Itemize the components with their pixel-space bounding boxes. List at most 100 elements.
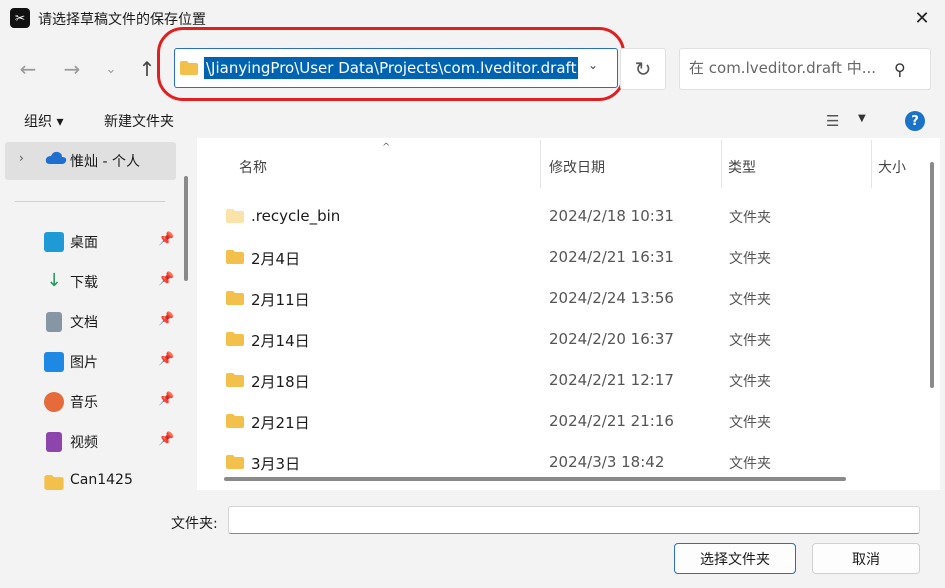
address-dropdown-button[interactable]: ⌄ <box>588 58 598 72</box>
sidebar-item-onedrive[interactable]: › 惟灿 - 个人 <box>5 142 176 180</box>
folder-icon <box>226 209 244 223</box>
onedrive-cloud-icon <box>45 151 67 164</box>
list-item[interactable]: 2月18日 2024/2/21 12:17 文件夹 <box>197 366 897 396</box>
recent-locations-button[interactable]: ⌄ <box>97 54 125 84</box>
select-folder-button[interactable]: 选择文件夹 <box>674 543 796 574</box>
list-item[interactable]: 2月21日 2024/2/21 21:16 文件夹 <box>197 407 897 437</box>
help-button[interactable]: ? <box>905 111 925 131</box>
folder-icon <box>226 414 244 428</box>
documents-icon <box>46 312 62 332</box>
pictures-icon <box>44 352 64 372</box>
file-type: 文件夹 <box>729 292 771 308</box>
file-date: 2024/2/24 13:56 <box>549 289 674 307</box>
sidebar-item-music[interactable]: 音乐 📌 <box>44 390 176 414</box>
nav-pane-scrollbar[interactable] <box>184 176 188 281</box>
sidebar-item-videos[interactable]: 视频 📌 <box>44 430 176 454</box>
file-date: 2024/3/3 18:42 <box>549 453 665 471</box>
navigation-pane: › 惟灿 - 个人 桌面 📌 ↓ 下载 📌 文档 📌 图片 📌 音乐 📌 视频 … <box>0 138 190 490</box>
file-type: 文件夹 <box>729 251 771 267</box>
folder-icon <box>226 250 244 264</box>
list-item[interactable]: .recycle_bin 2024/2/18 10:31 文件夹 <box>197 202 897 232</box>
sidebar-item-documents[interactable]: 文档 📌 <box>44 310 176 334</box>
sidebar-item-label: 图片 <box>70 355 98 371</box>
sidebar-item-downloads[interactable]: ↓ 下载 📌 <box>44 270 176 294</box>
folder-icon <box>226 373 244 387</box>
title-bar: ✂ 请选择草稿文件的保存位置 ✕ <box>0 0 945 36</box>
column-divider[interactable] <box>540 140 541 188</box>
folder-icon <box>180 61 198 75</box>
column-divider[interactable] <box>871 140 872 188</box>
view-options-icon[interactable]: ☰ <box>826 112 839 130</box>
file-name: 2月18日 <box>251 373 310 391</box>
horizontal-scrollbar[interactable] <box>224 477 846 481</box>
file-name: 2月14日 <box>251 332 310 350</box>
sidebar-item-label: 下载 <box>70 275 98 291</box>
file-type: 文件夹 <box>729 456 771 472</box>
file-list: ^ 名称 修改日期 类型 大小 .recycle_bin 2024/2/18 1… <box>197 138 940 490</box>
sidebar-item-label: 惟灿 - 个人 <box>70 154 140 170</box>
file-date: 2024/2/18 10:31 <box>549 207 674 225</box>
folder-icon <box>226 455 244 469</box>
pin-icon[interactable]: 📌 <box>158 432 174 447</box>
organize-menu-button[interactable]: 组织 ▾ <box>24 111 63 131</box>
pin-icon[interactable]: 📌 <box>158 272 174 287</box>
file-type: 文件夹 <box>729 415 771 431</box>
folder-icon <box>44 475 64 490</box>
search-input[interactable] <box>689 59 889 77</box>
capcut-app-icon: ✂ <box>10 8 30 28</box>
file-type: 文件夹 <box>729 333 771 349</box>
dialog-title: 请选择草稿文件的保存位置 <box>38 12 206 28</box>
search-icon[interactable]: ⚲ <box>894 60 906 79</box>
download-icon: ↓ <box>46 270 62 291</box>
list-item[interactable]: 2月4日 2024/2/21 16:31 文件夹 <box>197 243 897 273</box>
vertical-scrollbar[interactable] <box>930 162 934 388</box>
file-type: 文件夹 <box>729 374 771 390</box>
sidebar-item-label: 音乐 <box>70 395 98 411</box>
folder-icon <box>226 291 244 305</box>
file-date: 2024/2/21 21:16 <box>549 412 674 430</box>
sidebar-item-desktop[interactable]: 桌面 📌 <box>44 230 176 254</box>
search-box[interactable]: ⚲ <box>679 48 931 90</box>
pin-icon[interactable]: 📌 <box>158 232 174 247</box>
column-header-size[interactable]: 大小 <box>878 157 906 177</box>
file-name: 2月21日 <box>251 414 310 432</box>
address-path[interactable]: \JianyingPro\User Data\Projects\com.lved… <box>204 57 579 79</box>
file-name: 3月3日 <box>251 455 301 473</box>
cancel-button[interactable]: 取消 <box>812 543 920 574</box>
forward-button[interactable]: → <box>58 54 86 84</box>
list-item[interactable]: 2月11日 2024/2/24 13:56 文件夹 <box>197 284 897 314</box>
sidebar-item-can1425[interactable]: Can1425 <box>44 470 176 490</box>
chevron-right-icon[interactable]: › <box>19 151 24 165</box>
pin-icon[interactable]: 📌 <box>158 352 174 367</box>
music-icon <box>44 392 64 412</box>
file-date: 2024/2/20 16:37 <box>549 330 674 348</box>
file-type: 文件夹 <box>729 210 771 226</box>
back-button[interactable]: ← <box>14 54 42 84</box>
sidebar-item-label: 桌面 <box>70 235 98 251</box>
refresh-button[interactable]: ↻ <box>620 48 666 90</box>
address-bar[interactable]: \JianyingPro\User Data\Projects\com.lved… <box>174 48 618 88</box>
folder-name-input[interactable] <box>228 506 920 534</box>
sidebar-item-pictures[interactable]: 图片 📌 <box>44 350 176 374</box>
pin-icon[interactable]: 📌 <box>158 392 174 407</box>
file-date: 2024/2/21 16:31 <box>549 248 674 266</box>
column-divider[interactable] <box>721 140 722 188</box>
file-name: 2月4日 <box>251 250 301 268</box>
list-item[interactable]: 2月14日 2024/2/20 16:37 文件夹 <box>197 325 897 355</box>
sidebar-item-label: 文档 <box>70 315 98 331</box>
file-name: .recycle_bin <box>251 207 341 225</box>
file-name: 2月11日 <box>251 291 310 309</box>
folder-field-label: 文件夹: <box>171 516 218 532</box>
nav-divider <box>15 201 165 202</box>
sidebar-item-label: Can1425 <box>70 472 133 488</box>
list-item[interactable]: 3月3日 2024/3/3 18:42 文件夹 <box>197 448 897 478</box>
close-button[interactable]: ✕ <box>905 4 939 32</box>
column-header-date[interactable]: 修改日期 <box>549 157 605 177</box>
view-options-dropdown-icon[interactable]: ▼ <box>858 113 866 124</box>
column-header-type[interactable]: 类型 <box>728 157 756 177</box>
sidebar-item-label: 视频 <box>70 435 98 451</box>
column-header-name[interactable]: 名称 <box>239 157 267 177</box>
up-folder-button[interactable]: ↑ <box>133 54 161 84</box>
pin-icon[interactable]: 📌 <box>158 312 174 327</box>
new-folder-button[interactable]: 新建文件夹 <box>104 111 174 131</box>
